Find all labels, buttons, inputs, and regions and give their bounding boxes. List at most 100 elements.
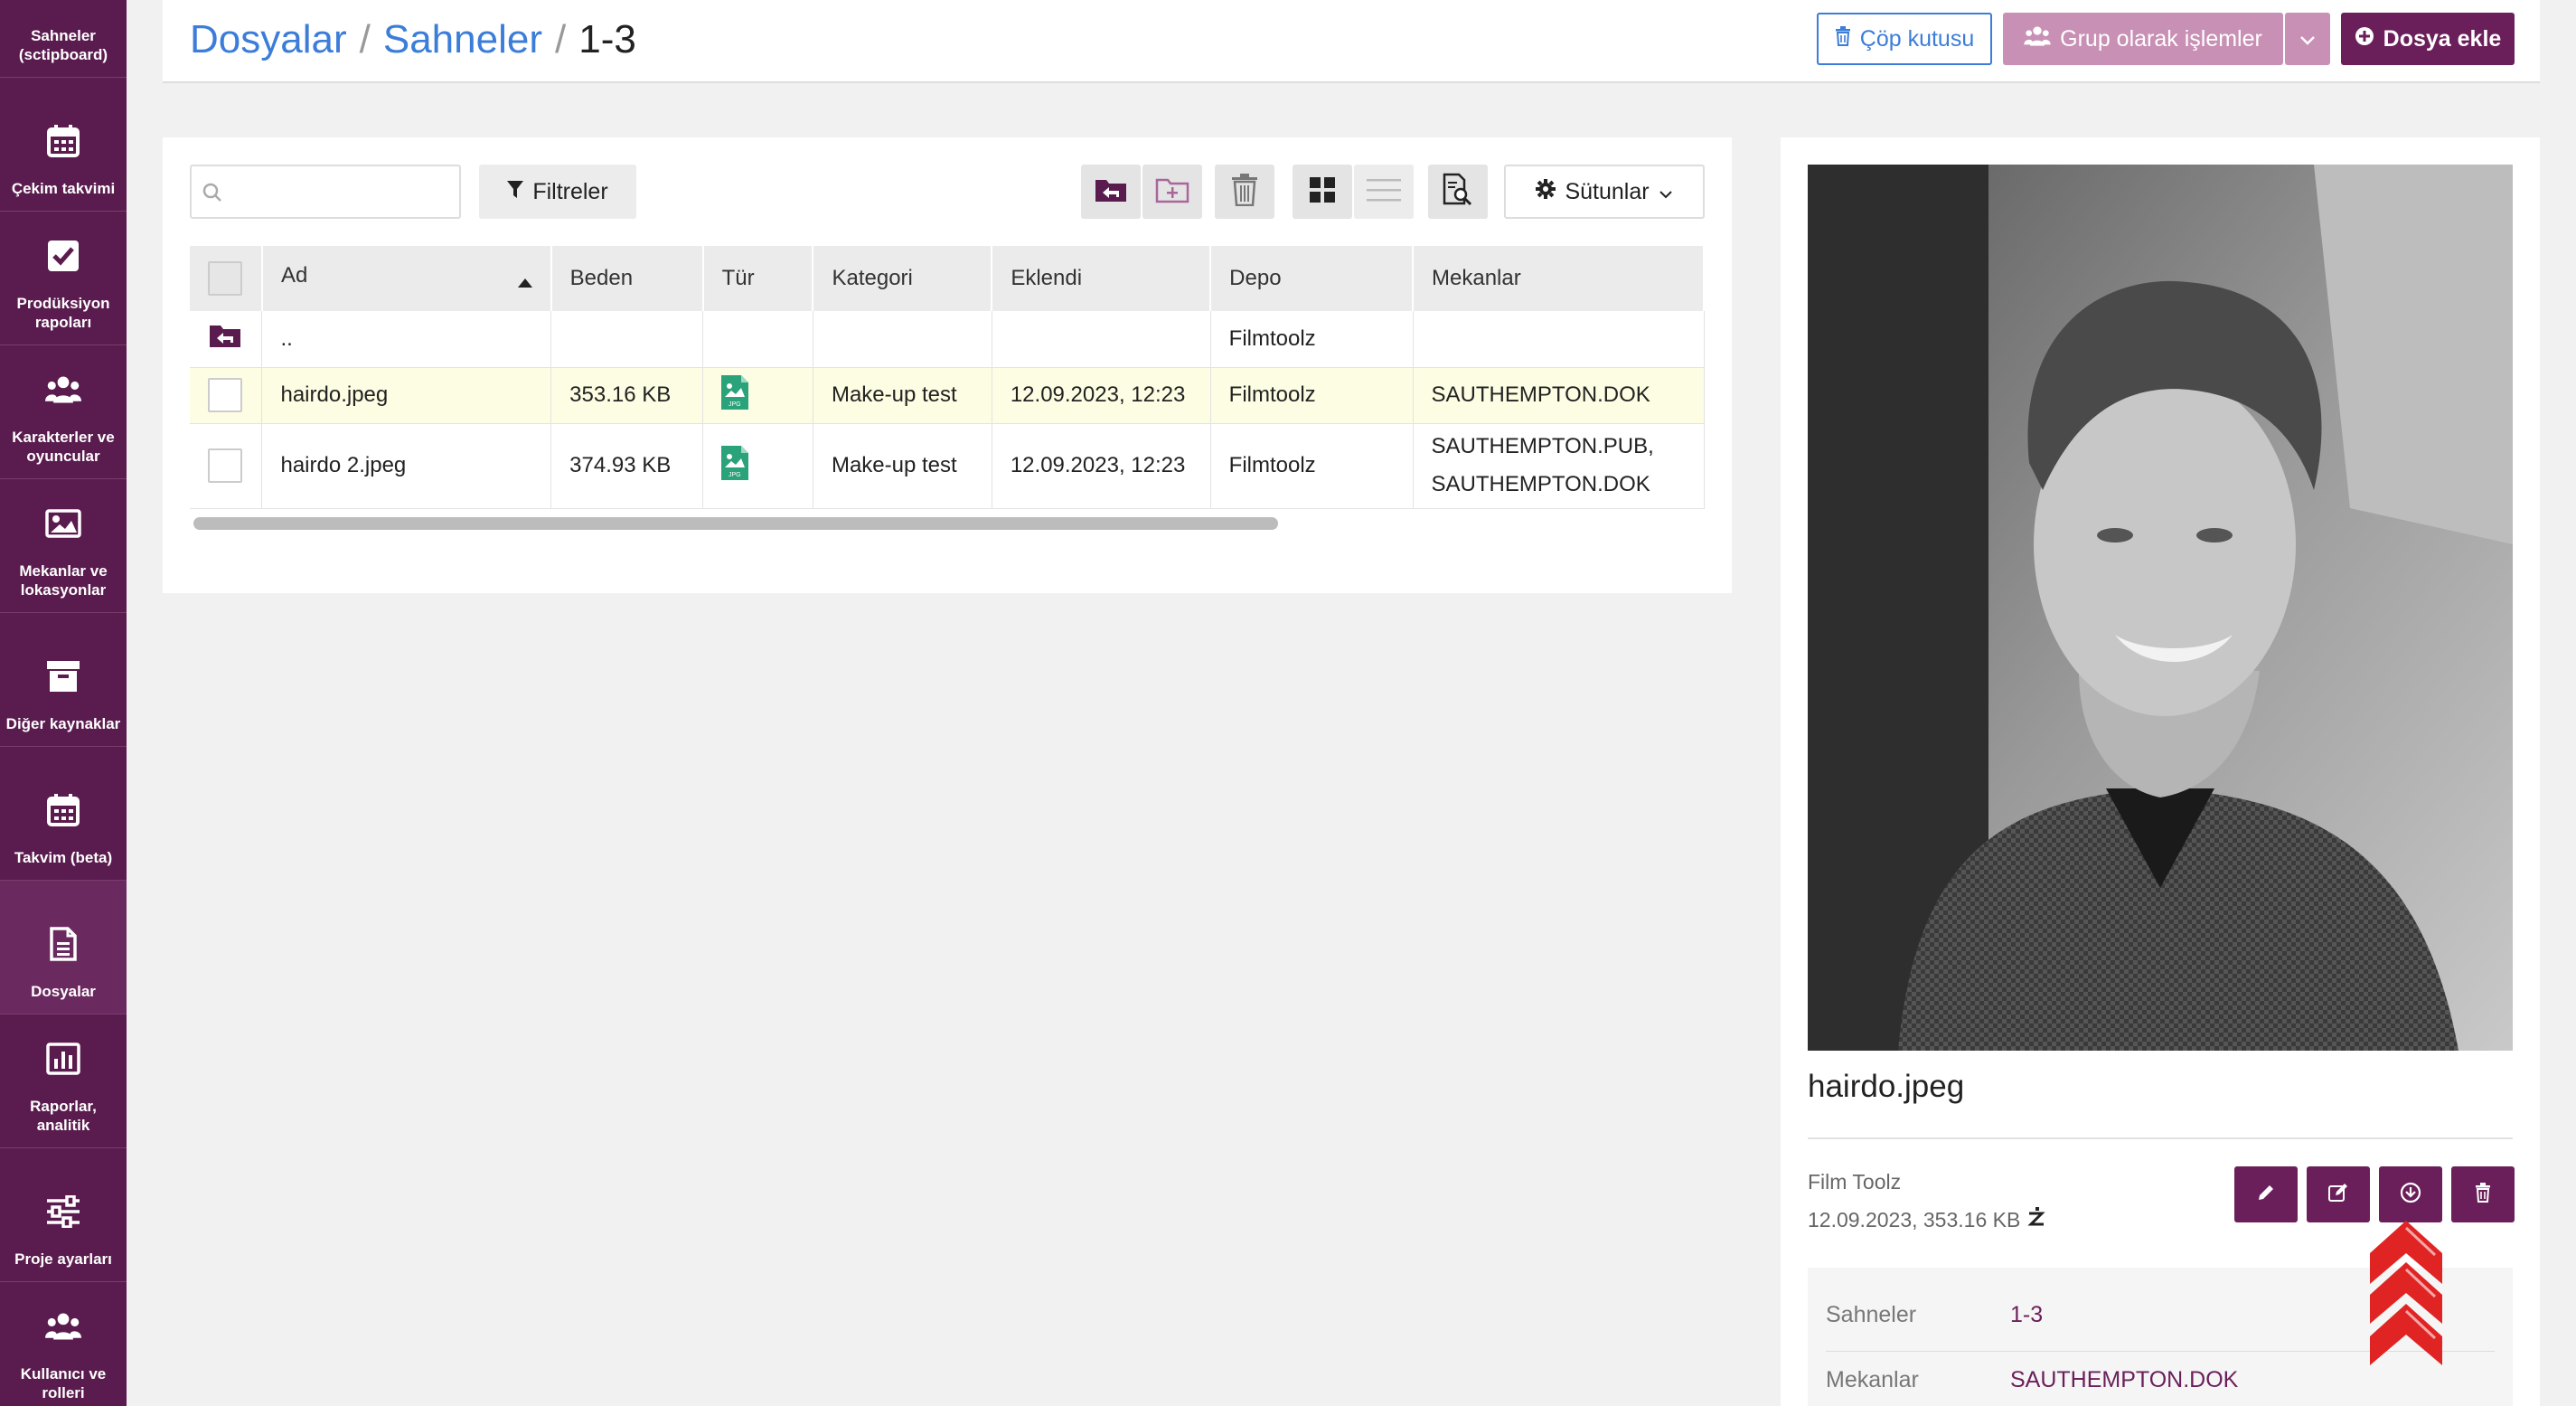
chevron-down-icon	[2299, 26, 2316, 52]
gear-icon	[1536, 178, 1556, 205]
users-icon	[45, 1308, 81, 1345]
file-name-cell[interactable]: hairdo.jpeg	[261, 367, 552, 424]
archive-icon	[45, 658, 81, 694]
sort-asc-icon	[517, 269, 532, 294]
sidebar-item-project-settings[interactable]: Proje ayarları	[0, 1148, 127, 1282]
sidebar-item-scenes[interactable]: Sahneler (sctipboard)	[0, 0, 127, 78]
column-header-category[interactable]: Kategori	[813, 246, 993, 311]
file-size-cell: 353.16 KB	[550, 367, 704, 424]
add-file-label: Dosya ekle	[2383, 25, 2502, 52]
sidebar-item-files[interactable]: Dosyalar	[0, 881, 127, 1014]
columns-button[interactable]: Sütunlar	[1504, 165, 1705, 219]
add-file-button[interactable]: Dosya ekle	[2341, 13, 2515, 65]
trash-icon	[1231, 173, 1258, 211]
trash-button[interactable]: Çöp kutusu	[1817, 13, 1992, 65]
bar-chart-icon	[45, 1041, 81, 1077]
file-name-cell[interactable]: ..	[261, 311, 552, 368]
users-icon	[45, 372, 81, 408]
sidebar-item-production-reports[interactable]: Prodüksiyon rapoları	[0, 212, 127, 345]
preview-date-size: 12.09.2023, 353.16 KB	[1808, 1207, 2021, 1231]
location-item: SAUTHEMPTON.DOK	[1431, 472, 1650, 496]
sidebar-item-reports[interactable]: Raporlar, analitik	[0, 1014, 127, 1148]
column-header-name[interactable]: Ad	[261, 246, 552, 311]
info-value-link[interactable]: 1-3	[2010, 1302, 2043, 1328]
preview-image	[1808, 165, 2513, 1051]
filters-button[interactable]: Filtreler	[479, 165, 636, 219]
sidebar-item-label: Raporlar, analitik	[30, 1098, 97, 1134]
table-cell	[190, 367, 263, 424]
preview-file-name: hairdo.jpeg	[1808, 1069, 1965, 1104]
column-header-storage[interactable]: Depo	[1210, 246, 1414, 311]
table-row[interactable]: hairdo 2.jpeg 374.93 KB JPG Make-up test…	[190, 423, 1705, 509]
sidebar-item-locations[interactable]: Mekanlar ve lokasyonlar	[0, 479, 127, 613]
image-icon	[45, 505, 81, 542]
back-folder-button[interactable]	[1081, 165, 1141, 219]
select-all-checkbox[interactable]	[208, 261, 242, 296]
search-input[interactable]	[228, 175, 454, 212]
preview-button[interactable]	[1428, 165, 1488, 219]
column-header-added[interactable]: Eklendi	[992, 246, 1212, 311]
table-cell	[813, 311, 992, 368]
folder-back-icon	[208, 326, 242, 354]
download-button[interactable]	[2379, 1166, 2442, 1222]
new-folder-button[interactable]	[1142, 165, 1202, 219]
delete-button[interactable]	[1215, 165, 1274, 219]
calendar-icon	[45, 123, 81, 159]
edit-button[interactable]	[2307, 1166, 2370, 1222]
category-cell: Make-up test	[813, 423, 992, 509]
info-value-link[interactable]: SAUTHEMPTON.DOK	[2010, 1367, 2238, 1393]
file-name-cell[interactable]: hairdo 2.jpeg	[261, 423, 552, 509]
preview-source: Film Toolz	[1808, 1170, 1902, 1194]
added-date-cell: 12.09.2023, 12:23	[992, 423, 1211, 509]
group-actions-dropdown[interactable]	[2285, 13, 2330, 65]
document-search-icon	[1443, 173, 1473, 212]
sort-z-icon	[2027, 1206, 2045, 1233]
storage-cell: Filmtoolz	[1210, 311, 1414, 368]
group-actions-label: Grup olarak işlemler	[2060, 25, 2262, 52]
filters-label: Filtreler	[532, 178, 608, 204]
column-header-type[interactable]: Tür	[702, 246, 814, 311]
rename-button[interactable]	[2234, 1166, 2298, 1222]
group-actions-button[interactable]: Grup olarak işlemler	[2003, 13, 2283, 65]
search-box[interactable]	[190, 165, 461, 219]
row-checkbox[interactable]	[208, 448, 242, 483]
sidebar-item-other-resources[interactable]: Diğer kaynaklar	[0, 613, 127, 747]
sliders-icon	[45, 1194, 81, 1230]
sidebar-item-label: Mekanlar ve lokasyonlar	[19, 562, 108, 599]
storage-cell: Filmtoolz	[1210, 423, 1414, 509]
preview-meta: 12.09.2023, 353.16 KB	[1808, 1206, 2045, 1233]
parent-folder-row[interactable]: .. Filmtoolz	[190, 311, 1705, 368]
table-cell	[702, 311, 813, 368]
grid-view-button[interactable]	[1293, 165, 1352, 219]
breadcrumb-files[interactable]: Dosyalar	[190, 17, 347, 61]
sidebar-item-label: Sahneler (sctipboard)	[18, 27, 108, 63]
chevron-up-arrows-icon	[2370, 1221, 2442, 1370]
jpg-file-icon: JPG	[721, 445, 749, 486]
delete-file-button[interactable]	[2451, 1166, 2515, 1222]
sidebar-item-label: Dosyalar	[31, 983, 96, 1000]
folder-plus-icon	[1155, 176, 1189, 208]
file-type-cell: JPG	[702, 423, 813, 509]
horizontal-scrollbar[interactable]	[193, 517, 1708, 530]
list-view-button[interactable]	[1354, 165, 1414, 219]
sidebar-item-characters[interactable]: Karakterler ve oyuncular	[0, 345, 127, 479]
sidebar-item-shooting-schedule[interactable]: Çekim takvimi	[0, 78, 127, 212]
row-checkbox[interactable]	[208, 378, 242, 412]
sidebar-item-users-roles[interactable]: Kullanıcı ve rolleri	[0, 1282, 127, 1406]
column-header-label: Ad	[280, 263, 308, 288]
sidebar: Sahneler (sctipboard) Çekim takvimi Prod…	[0, 0, 127, 1406]
column-header-locations[interactable]: Mekanlar	[1413, 246, 1705, 311]
sidebar-item-label: Prodüksiyon rapoları	[16, 295, 110, 331]
scrollbar-thumb[interactable]	[193, 517, 1278, 530]
table-cell	[992, 311, 1211, 368]
checkbox-icon	[45, 238, 81, 274]
breadcrumb-scenes[interactable]: Sahneler	[383, 17, 542, 61]
trash-button-label: Çöp kutusu	[1859, 25, 1975, 52]
sidebar-item-calendar-beta[interactable]: Takvim (beta)	[0, 747, 127, 881]
search-icon	[202, 183, 222, 207]
columns-label: Sütunlar	[1565, 178, 1650, 204]
column-header-size[interactable]: Beden	[550, 246, 704, 311]
folder-back-icon	[1094, 176, 1128, 208]
table-row[interactable]: hairdo.jpeg 353.16 KB JPG Make-up test 1…	[190, 367, 1705, 424]
grid-icon	[1309, 176, 1336, 208]
